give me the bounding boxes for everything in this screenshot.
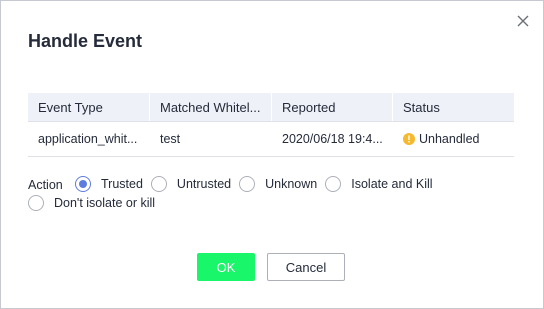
radio-dont-isolate-or-kill[interactable]: Don't isolate or kill bbox=[28, 194, 155, 212]
action-radio-group-line-2: Don't isolate or kill bbox=[28, 194, 163, 214]
radio-label-unknown: Unknown bbox=[265, 177, 318, 191]
radio-unknown[interactable]: Unknown bbox=[239, 175, 317, 193]
column-header-event-type[interactable]: Event Type bbox=[28, 93, 150, 121]
radio-trusted[interactable]: Trusted bbox=[75, 175, 143, 193]
radio-isolate-and-kill[interactable]: Isolate and Kill bbox=[325, 175, 433, 193]
ok-button[interactable]: OK bbox=[197, 253, 255, 281]
radio-checked-icon[interactable] bbox=[75, 176, 91, 192]
cell-event-type: application_whit... bbox=[38, 132, 138, 146]
cancel-button[interactable]: Cancel bbox=[267, 253, 345, 281]
radio-unchecked-icon[interactable] bbox=[28, 195, 44, 211]
warning-icon bbox=[403, 133, 415, 145]
radio-unchecked-icon[interactable] bbox=[150, 176, 167, 192]
cell-reported: 2020/06/18 19:4... bbox=[282, 132, 383, 146]
radio-label-dont-isolate-or-kill: Don't isolate or kill bbox=[54, 196, 156, 210]
radio-unchecked-icon[interactable] bbox=[239, 176, 256, 192]
radio-label-untrusted: Untrusted bbox=[176, 177, 232, 191]
table-row: application_whit... test 2020/06/18 19:4… bbox=[28, 122, 514, 157]
column-header-matched-whitelist[interactable]: Matched Whitel... bbox=[150, 93, 272, 121]
cell-status: Unhandled bbox=[393, 122, 514, 156]
radio-untrusted[interactable]: Untrusted bbox=[150, 175, 232, 193]
table-header: Event Type Matched Whitel... Reported St… bbox=[28, 93, 514, 122]
handle-event-dialog: Handle Event Event Type Matched Whitel..… bbox=[0, 0, 544, 309]
column-header-status[interactable]: Status bbox=[393, 93, 514, 121]
radio-label-trusted: Trusted bbox=[101, 177, 143, 191]
close-icon[interactable] bbox=[515, 13, 531, 29]
radio-label-isolate-and-kill: Isolate and Kill bbox=[351, 177, 433, 191]
event-table: Event Type Matched Whitel... Reported St… bbox=[28, 93, 514, 157]
column-header-reported[interactable]: Reported bbox=[272, 93, 393, 121]
action-radio-group: Trusted Untrusted Unknown Isolate and Ki… bbox=[75, 175, 515, 195]
action-label: Action bbox=[28, 178, 63, 192]
radio-unchecked-icon[interactable] bbox=[325, 176, 342, 192]
cell-matched-whitelist: test bbox=[160, 132, 181, 146]
dialog-title: Handle Event bbox=[28, 31, 143, 51]
status-text: Unhandled bbox=[419, 131, 480, 146]
